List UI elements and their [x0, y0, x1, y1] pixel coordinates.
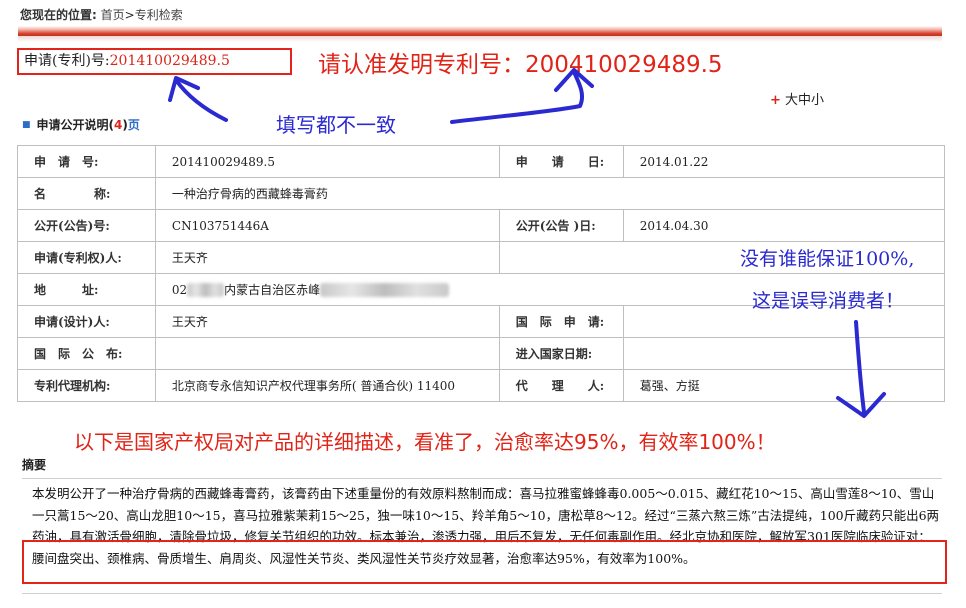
publication-no-label: 公开(公告)号:: [17, 209, 156, 242]
national-phase-date-value: [622, 337, 946, 370]
font-size-label[interactable]: 大中小: [785, 93, 824, 108]
applicant-label: 申请(专利权)人:: [17, 241, 156, 274]
plus-icon: +: [770, 93, 781, 108]
application-number-value: 201410029489.5: [109, 53, 230, 69]
publication-page-unit[interactable]: 页: [128, 118, 140, 132]
address-label: 地 址:: [17, 273, 156, 306]
patent-agency-value: 北京商专永信知识产权代理事务所( 普通合伙) 11400: [154, 369, 500, 402]
breadcrumb-separator: >: [124, 8, 135, 22]
table-row: 专利代理机构: 北京商专永信知识产权代理事务所( 普通合伙) 11400 代 理…: [17, 369, 946, 402]
abstract-section: 本发明公开了一种治疗骨病的西藏蜂毒膏药，该膏药由下述重量份的有效原料熬制而成：喜…: [22, 478, 942, 594]
address-redacted: ████: [187, 283, 225, 297]
address-prefix: 02: [171, 283, 188, 297]
intl-publication-value: [154, 337, 500, 370]
annotation-cure-rate-claim: 以下是国家产权局对产品的详细描述，看准了，治愈率达95%，有效率100%！: [74, 430, 776, 454]
header-red-bar-shadow: [18, 36, 942, 42]
annotation-no-guarantee: 没有谁能保证100%,: [740, 248, 915, 270]
patent-info-table: 申 请 号: 201410029489.5 申 请 日: 2014.01.22 …: [17, 145, 946, 402]
breadcrumb-current-link[interactable]: 专利检索: [135, 8, 183, 22]
abstract-heading: 摘要: [22, 458, 47, 472]
application-no-value: 201410029489.5: [154, 145, 500, 178]
publication-date-value: 2014.04.30: [622, 209, 946, 242]
address-redacted-tail: ██████████████: [320, 283, 450, 297]
table-row: 公开(公告)号: CN103751446A 公开(公告 )日: 2014.04.…: [17, 209, 946, 242]
address-visible: 内蒙古自治区赤峰: [224, 283, 321, 297]
abstract-text: 本发明公开了一种治疗骨病的西藏蜂毒膏药，该膏药由下述重量份的有效原料熬制而成：喜…: [32, 486, 940, 566]
publication-section-title: ■ 申请公开说明(4)页: [22, 116, 140, 133]
breadcrumb: 您现在的位置: 首页>专利检索: [20, 6, 183, 23]
publication-title-text: 申请公开说明: [36, 118, 109, 132]
annotation-mismatch: 填写都不一致: [276, 113, 396, 137]
publication-date-label: 公开(公告 )日:: [498, 209, 624, 242]
designer-value: 王天齐: [154, 305, 500, 338]
table-row: 申 请 号: 201410029489.5 申 请 日: 2014.01.22: [17, 145, 946, 178]
applicant-value: 王天齐: [154, 241, 500, 274]
breadcrumb-label: 您现在的位置:: [20, 8, 97, 22]
empty-cell: [498, 241, 624, 274]
national-phase-date-label: 进入国家日期:: [498, 337, 624, 370]
table-row: 名 称: 一种治疗骨病的西藏蜂毒膏药: [17, 177, 946, 210]
application-number-label: 申请(专利)号:: [24, 53, 110, 69]
agent-label: 代 理 人:: [498, 369, 624, 402]
patent-agency-label: 专利代理机构:: [17, 369, 156, 402]
header-red-bar: [18, 26, 942, 36]
application-no-label: 申 请 号:: [17, 145, 156, 178]
name-label: 名 称:: [17, 177, 156, 210]
agent-value: 葛强、方挺: [622, 369, 946, 402]
square-bullet-icon: ■: [22, 120, 31, 130]
intl-publication-label: 国 际 公 布:: [17, 337, 156, 370]
name-value: 一种治疗骨病的西藏蜂毒膏药: [154, 177, 946, 210]
application-date-value: 2014.01.22: [622, 145, 946, 178]
annotation-misleading: 这是误导消费者！: [752, 290, 905, 312]
designer-label: 申请(设计)人:: [17, 305, 156, 338]
intl-application-label: 国 际 申 请:: [498, 305, 624, 338]
application-date-label: 申 请 日:: [498, 145, 624, 178]
arrow-to-application-number: [174, 78, 228, 122]
application-number-box: 申请(专利)号:201410029489.5: [17, 48, 292, 75]
arrow-to-verify-number: [450, 70, 585, 124]
annotation-verify-patent-number: 请认准发明专利号：200410029489.5: [318, 52, 723, 78]
arrowhead-left: [168, 76, 200, 102]
breadcrumb-home-link[interactable]: 首页: [101, 8, 125, 22]
font-size-control[interactable]: + 大中小: [770, 89, 824, 108]
publication-no-value: CN103751446A: [154, 209, 500, 242]
table-row: 国 际 公 布: 进入国家日期:: [17, 337, 946, 370]
